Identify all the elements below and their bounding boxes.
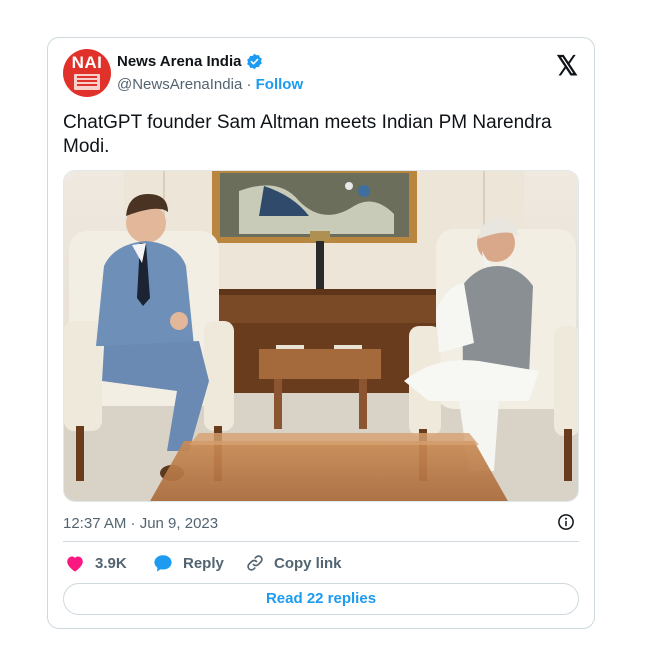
copy-link-button[interactable]: Copy link — [246, 554, 342, 572]
meeting-photo-illustration — [64, 171, 578, 501]
account-handle[interactable]: @NewsArenaIndia — [117, 76, 242, 93]
reply-label: Reply — [183, 554, 224, 572]
divider — [63, 541, 579, 542]
tweet-timestamp[interactable]: 12:37 AM · Jun 9, 2023 — [63, 515, 218, 532]
avatar-abbreviation: NAI — [71, 53, 103, 72]
tweet-text: ChatGPT founder Sam Altman meets Indian … — [63, 112, 552, 157]
reply-bubble-icon — [154, 555, 172, 572]
tweet-card: NAI News Arena India @NewsArenaIndia · F… — [47, 37, 595, 629]
like-button[interactable]: 3.9K — [65, 554, 127, 572]
x-logo-icon[interactable]: 𝕏 — [556, 51, 578, 82]
heart-icon — [67, 556, 83, 572]
info-icon[interactable] — [557, 513, 575, 531]
follow-button[interactable]: Follow — [256, 76, 304, 93]
reply-button[interactable]: Reply — [153, 554, 224, 572]
link-icon — [247, 555, 263, 571]
handle-row: @NewsArenaIndia · Follow — [117, 76, 303, 93]
avatar[interactable]: NAI — [63, 49, 111, 97]
like-count: 3.9K — [95, 554, 127, 572]
copy-link-label: Copy link — [274, 554, 342, 572]
read-replies-button[interactable]: Read 22 replies — [63, 583, 579, 615]
handle-separator: · — [246, 76, 252, 93]
avatar-logo-graphic — [74, 74, 100, 90]
tweet-photo[interactable] — [63, 170, 579, 502]
verified-badge-icon — [247, 53, 262, 70]
account-name[interactable]: News Arena India — [117, 53, 241, 70]
